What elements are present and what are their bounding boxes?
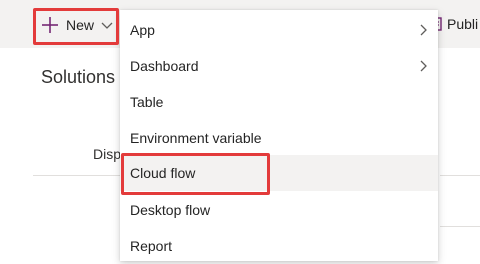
publish-label: Publi xyxy=(447,16,479,32)
menu-item-label: Report xyxy=(130,238,173,254)
menu-item-environment-variable[interactable]: Environment variable xyxy=(120,120,438,156)
new-button-highlight xyxy=(33,8,119,45)
menu-item-label: Table xyxy=(130,94,164,110)
menu-item-label: Desktop flow xyxy=(130,202,211,218)
column-header-display-name[interactable]: Disp xyxy=(93,146,121,162)
new-dropdown-menu: App Dashboard Table Environment variable Clo… xyxy=(120,10,438,261)
menu-item-table[interactable]: Table xyxy=(120,84,438,120)
menu-item-dashboard[interactable]: Dashboard xyxy=(120,48,438,84)
menu-item-label: App xyxy=(130,22,155,38)
menu-item-app[interactable]: App xyxy=(120,12,438,48)
menu-item-desktop-flow[interactable]: Desktop flow xyxy=(120,192,438,228)
menu-item-label: Environment variable xyxy=(130,130,262,146)
page-title: Solutions xyxy=(41,67,116,87)
table-divider-right xyxy=(440,175,480,176)
table-divider xyxy=(33,175,123,176)
menu-item-report[interactable]: Report xyxy=(120,228,438,264)
table-row-divider xyxy=(440,226,480,227)
chevron-right-icon xyxy=(420,24,427,36)
menu-item-label: Dashboard xyxy=(130,58,199,74)
chevron-right-icon xyxy=(420,60,427,72)
cloud-flow-highlight xyxy=(121,153,270,195)
